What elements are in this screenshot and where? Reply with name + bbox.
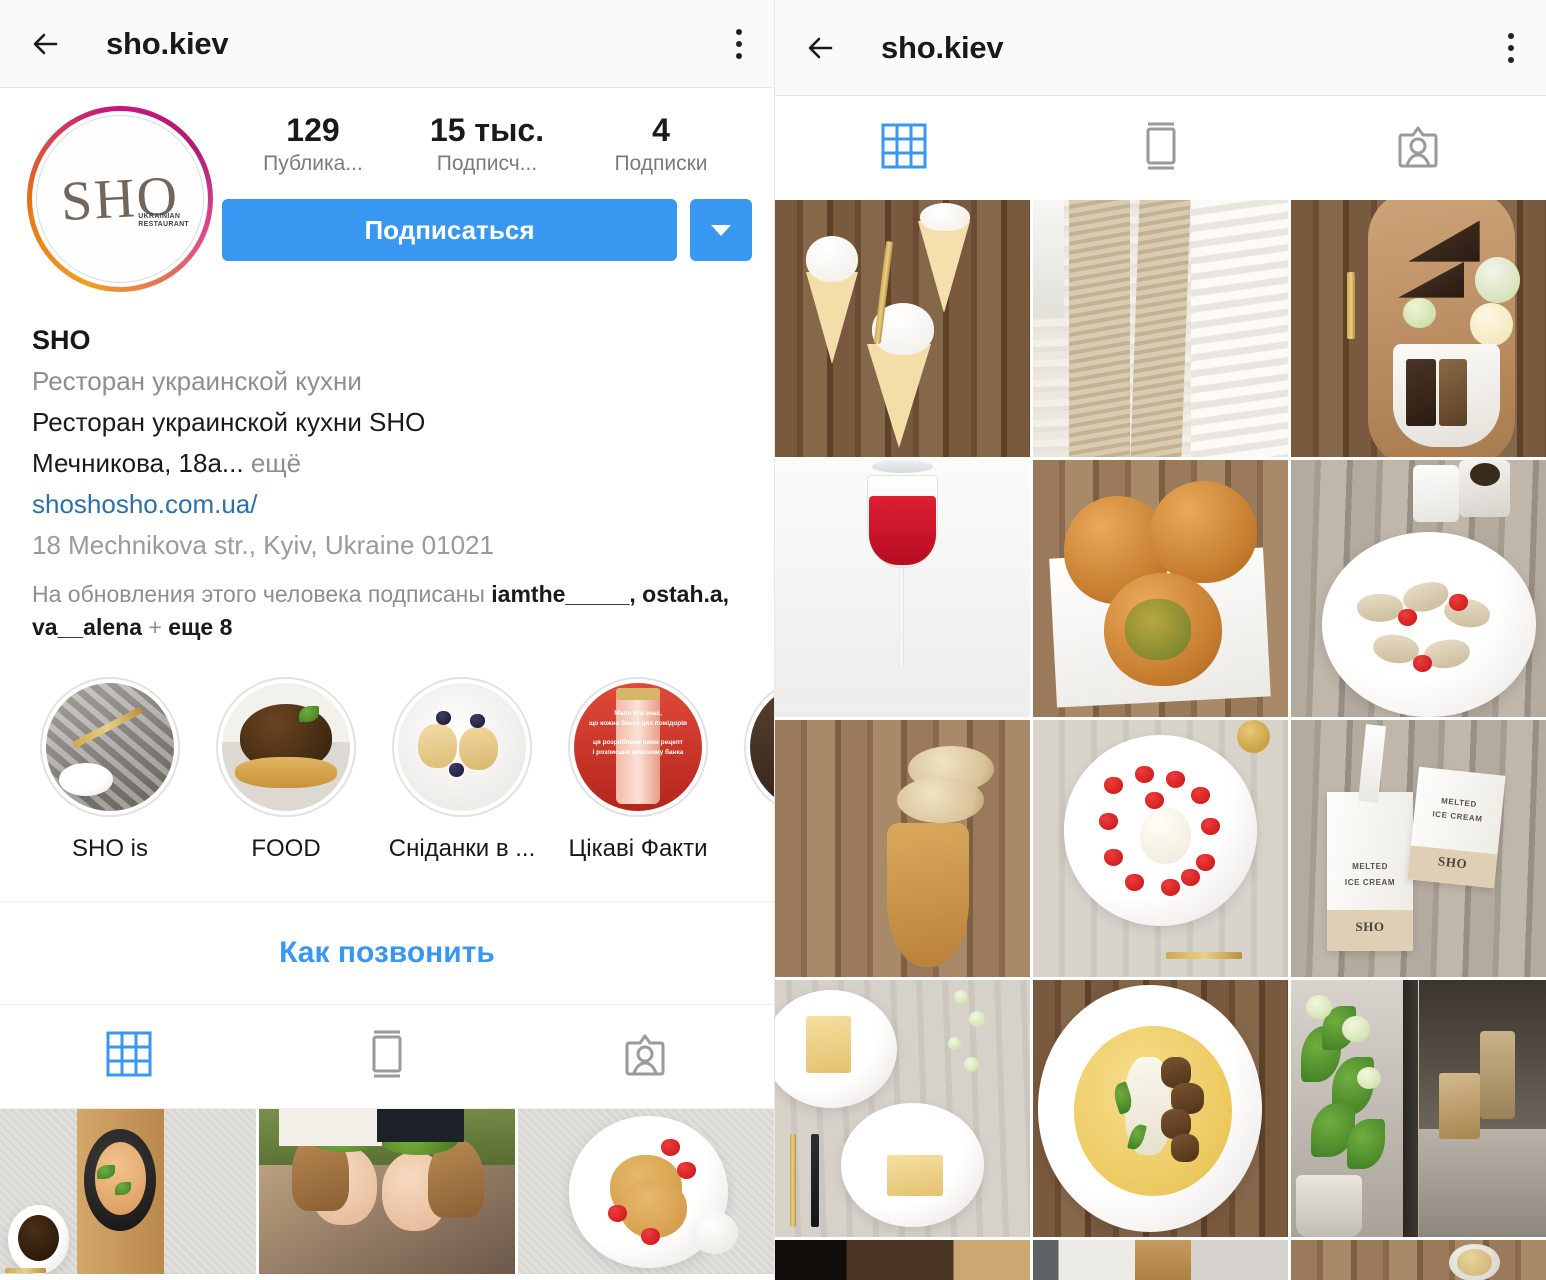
grid-photo-pancakes[interactable] [518, 1109, 774, 1275]
mutual-followers[interactable]: На обновления этого человека подписаны i… [32, 578, 744, 643]
grid-icon [102, 1027, 156, 1086]
avatar-logo-subtitle: UKRAINIAN RESTAURANT [138, 212, 189, 229]
bio-website-link[interactable]: shoshosho.com.ua/ [32, 484, 744, 525]
bio-line-2-with-more: Мечникова, 18а... ещё [32, 443, 744, 484]
grid-photo-dark-wood[interactable] [775, 1240, 1030, 1280]
kebab-menu-icon[interactable] [1508, 32, 1514, 63]
page-title: sho.kiev [106, 25, 229, 61]
profile-header: SHO UKRAINIAN RESTAURANT 129 Публика... 1… [0, 88, 774, 294]
highlight-evenings[interactable]: Вечі [726, 677, 774, 863]
left-app-bar: sho.kiev [0, 0, 774, 88]
page-title: sho.kiev [881, 29, 1004, 65]
grid-photo-white-texture-wall[interactable] [1033, 200, 1288, 457]
tab-reels[interactable] [258, 1005, 516, 1108]
stat-followers[interactable]: 15 тыс. Подписч... [400, 110, 574, 177]
avatar[interactable]: SHO UKRAINIAN RESTAURANT [20, 104, 220, 294]
tab-reels[interactable] [1032, 96, 1289, 200]
follow-button[interactable]: Подписаться [222, 199, 677, 262]
stats-row: 129 Публика... 15 тыс. Подписч... 4 Подп… [220, 110, 754, 177]
carton-label-melted: MELTED [1352, 862, 1388, 872]
right-app-bar: sho.kiev [775, 0, 1546, 96]
grid-photo-restaurant-entrance[interactable] [1291, 980, 1546, 1237]
action-buttons: Подписаться [220, 199, 754, 262]
bio-line-2-text: Мечникова, 18а... [32, 447, 244, 478]
mutual-more-count[interactable]: еще 8 [168, 614, 232, 640]
left-photo-grid [0, 1109, 774, 1275]
tab-grid[interactable] [775, 96, 1032, 200]
stat-following[interactable]: 4 Подписки [574, 110, 748, 177]
highlight-label: Цікаві Факти [568, 835, 708, 863]
chevron-down-icon[interactable] [690, 199, 752, 262]
grid-photo-polenta-mushrooms[interactable] [1033, 980, 1288, 1237]
stat-posts[interactable]: 129 Публика... [226, 110, 400, 177]
grid-icon [877, 119, 931, 178]
mutual-prefix: На обновления этого человека подписаны [32, 580, 492, 607]
tab-tagged[interactable] [516, 1005, 774, 1108]
profile-picture[interactable]: SHO UKRAINIAN RESTAURANT [36, 115, 204, 283]
call-button-label: Как позвонить [279, 936, 495, 970]
grid-photo-bread-loaf[interactable] [775, 720, 1030, 977]
tab-tagged[interactable] [1289, 96, 1546, 200]
highlight-breakfasts[interactable]: Сніданки в ... [374, 677, 550, 863]
highlight-label: Сніданки в ... [388, 835, 536, 863]
bio-more-link[interactable]: ещё [244, 448, 301, 478]
back-arrow-icon[interactable] [801, 25, 847, 71]
carton-brand: SHO [1355, 919, 1385, 935]
grid-photo-breakfast-skillet[interactable] [0, 1109, 256, 1275]
grid-photo-two-women[interactable] [259, 1109, 515, 1275]
bio-display-name: SHO [32, 325, 91, 355]
followers-label: Подписч... [436, 152, 538, 175]
right-profile-tabs [775, 96, 1546, 200]
grid-photo-melted-ice-cream-cartons[interactable]: MELTED ICE CREAM SHO MELTED ICE CREAM SH… [1291, 720, 1546, 977]
following-count: 4 [652, 112, 670, 148]
highlight-food[interactable]: FOOD [198, 677, 374, 863]
grid-photo-bread-board-dips[interactable] [1291, 200, 1546, 457]
tagged-person-icon [1391, 119, 1445, 178]
followers-count: 15 тыс. [429, 112, 545, 148]
igtv-icon [360, 1025, 414, 1088]
posts-count: 129 [286, 112, 340, 148]
tagged-person-icon [618, 1027, 672, 1086]
carton-label-icecream: ICE CREAM [1344, 877, 1396, 887]
story-highlights-row: SHO is FOOD Сніданки в ... Мало хто знає… [0, 643, 774, 863]
photo-grid: MELTED ICE CREAM SHO MELTED ICE CREAM SH… [775, 200, 1546, 1280]
highlight-label: SHO is [71, 835, 148, 863]
grid-photo-red-wine-glass[interactable] [775, 460, 1030, 717]
mutual-plus: + [141, 613, 169, 640]
igtv-icon [1134, 117, 1188, 180]
highlight-facts[interactable]: Мало хто знає, що кожна банка цих помідор… [550, 677, 726, 863]
following-label: Подписки [614, 152, 708, 175]
right-grid-panel: sho.kiev MELTED ICE CREAM SHO MELTED ICE… [775, 0, 1546, 1280]
highlight-sho-is[interactable]: SHO is [22, 677, 198, 863]
stats-and-actions: 129 Публика... 15 тыс. Подписч... 4 Подп… [220, 104, 754, 294]
bio-category: Ресторан украинской кухни [32, 365, 362, 396]
tab-grid[interactable] [0, 1005, 258, 1108]
highlight-label: FOOD [251, 835, 321, 863]
grid-photo-white-gray-texture[interactable] [1033, 1240, 1288, 1280]
call-button[interactable]: Как позвонить [0, 901, 774, 1006]
left-profile-panel: sho.kiev SHO UKRAINIAN RESTAURANT 129 Пу… [0, 0, 775, 1280]
bio-section: SHO Ресторан украинской кухни Ресторан у… [0, 294, 774, 643]
bio-line-1: Ресторан украинской кухни SHO [32, 406, 426, 437]
grid-photo-pirozhki-buns[interactable] [1033, 460, 1288, 717]
grid-photo-ice-cream-cones[interactable] [775, 200, 1030, 457]
story-ring[interactable]: SHO UKRAINIAN RESTAURANT [27, 106, 213, 292]
kebab-menu-icon[interactable] [736, 28, 742, 59]
grid-photo-dessert-plates[interactable] [775, 980, 1030, 1237]
bio-address: 18 Mechnikova str., Kyiv, Ukraine 01021 [32, 529, 494, 560]
grid-photo-strawberries-icecream[interactable] [1033, 720, 1288, 977]
posts-label: Публика... [263, 152, 363, 175]
back-arrow-icon[interactable] [26, 21, 72, 67]
grid-photo-vareniki-dumplings[interactable] [1291, 460, 1546, 717]
left-profile-tabs [0, 1005, 774, 1110]
grid-photo-wood-with-cup[interactable] [1291, 1240, 1546, 1280]
highlight-label: Вечі [726, 835, 774, 863]
dual-panel-screenshot: sho.kiev SHO UKRAINIAN RESTAURANT 129 Пу… [0, 0, 1546, 1280]
